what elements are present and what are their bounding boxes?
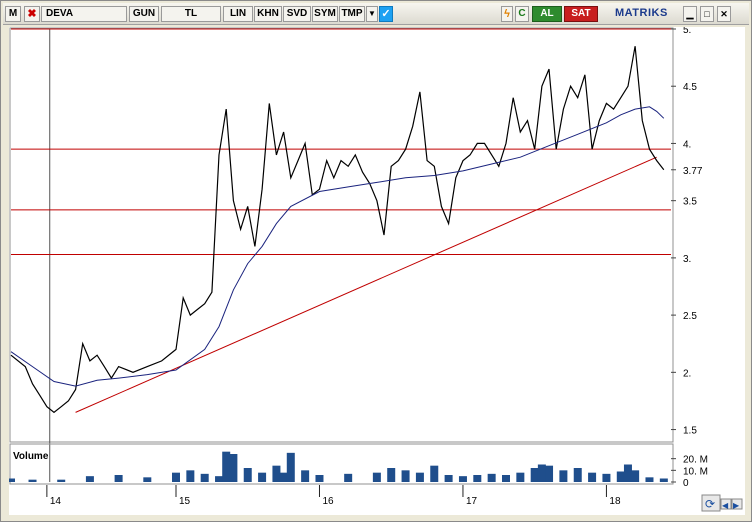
close-symbol-icon[interactable]: ✖ bbox=[24, 6, 40, 22]
volume-bar bbox=[344, 473, 353, 482]
volume-bar bbox=[537, 464, 546, 482]
volume-bar bbox=[229, 454, 238, 482]
y-tick-label: 3. bbox=[683, 254, 691, 265]
volume-bar bbox=[114, 475, 123, 482]
volume-bar bbox=[85, 476, 94, 482]
volume-bar bbox=[387, 468, 396, 482]
volume-bar bbox=[430, 465, 439, 482]
volume-bar bbox=[28, 479, 37, 482]
volume-tick-label: 20. M bbox=[683, 455, 708, 466]
volume-bar bbox=[9, 478, 15, 482]
volume-tick-label: 0 bbox=[683, 478, 689, 489]
volume-bar bbox=[588, 472, 597, 482]
volume-bar bbox=[502, 475, 510, 482]
y-tick-label: 1.5 bbox=[683, 426, 697, 437]
volume-bar bbox=[530, 468, 539, 482]
y-tick-label: 5. bbox=[683, 27, 691, 36]
volume-bar bbox=[487, 473, 496, 482]
volume-bar bbox=[645, 477, 654, 482]
volume-bar bbox=[415, 472, 424, 482]
app-icon[interactable]: M bbox=[5, 6, 21, 22]
period-button[interactable]: GUN bbox=[129, 6, 159, 22]
refresh-icon[interactable]: ⟳ bbox=[705, 497, 715, 511]
lightning-icon[interactable]: ϟ bbox=[501, 6, 513, 22]
y-tick-label: 3.77 bbox=[683, 166, 703, 177]
chart-window: M ✖ DEVA GUN TL LIN KHN SVD SYM TMP ▼ ✓ … bbox=[0, 0, 752, 522]
toolbar: M ✖ DEVA GUN TL LIN KHN SVD SYM TMP ▼ ✓ … bbox=[3, 3, 749, 25]
template-button[interactable]: TMP bbox=[339, 6, 365, 22]
volume-bar bbox=[372, 472, 381, 482]
svd-button[interactable]: SVD bbox=[283, 6, 311, 22]
volume-bar bbox=[602, 473, 611, 482]
x-tick-label: 14 bbox=[50, 496, 62, 507]
volume-bar bbox=[222, 451, 231, 482]
currency-button[interactable]: TL bbox=[161, 6, 221, 22]
volume-bar bbox=[143, 477, 152, 482]
khn-button[interactable]: KHN bbox=[254, 6, 282, 22]
x-tick-label: 18 bbox=[609, 496, 621, 507]
symbol-field[interactable]: DEVA bbox=[41, 6, 127, 22]
symbol-button[interactable]: SYM bbox=[312, 6, 338, 22]
volume-bar bbox=[545, 465, 554, 482]
chart: 1.5 2. 2.5 3. 3.5 3.77 4. 4.5 5. Volume 20. M10.… bbox=[9, 27, 745, 515]
refresh-button[interactable]: C bbox=[515, 6, 529, 22]
volume-bar bbox=[286, 452, 295, 482]
volume-bar bbox=[186, 470, 195, 482]
y-tick-label: 2. bbox=[683, 368, 691, 379]
x-tick-label: 15 bbox=[179, 496, 191, 507]
y-tick-label: 4. bbox=[683, 139, 691, 150]
volume-bar bbox=[200, 473, 209, 482]
volume-bar bbox=[215, 476, 224, 482]
volume-label: Volume bbox=[13, 451, 49, 462]
volume-bar bbox=[279, 472, 288, 482]
volume-bar bbox=[243, 468, 252, 482]
volume-tick-label: 10. M bbox=[683, 466, 708, 477]
minimize-icon[interactable]: ▁ bbox=[683, 6, 697, 22]
volume-bar bbox=[57, 479, 66, 482]
volume-bar bbox=[301, 470, 310, 482]
volume-bar bbox=[659, 478, 668, 482]
y-tick-label: 4.5 bbox=[683, 82, 697, 93]
twitter-icon[interactable]: ✓ bbox=[379, 6, 393, 22]
volume-bar bbox=[516, 472, 525, 482]
volume-bar bbox=[315, 475, 324, 482]
x-tick-label: 16 bbox=[322, 496, 334, 507]
volume-bar bbox=[573, 468, 582, 482]
volume-bar bbox=[172, 472, 180, 482]
volume-bar bbox=[623, 464, 632, 482]
volume-bar bbox=[559, 470, 568, 482]
sell-button[interactable]: SAT bbox=[564, 6, 598, 22]
brand-logo: MATRIKS bbox=[615, 7, 668, 19]
volume-bar bbox=[473, 475, 482, 482]
volume-bar bbox=[401, 470, 410, 482]
maximize-icon[interactable]: □ bbox=[700, 6, 714, 22]
buy-button[interactable]: AL bbox=[532, 6, 562, 22]
dropdown-arrow-icon[interactable]: ▼ bbox=[366, 6, 378, 22]
scroll-left-icon[interactable]: ◀ bbox=[722, 501, 729, 510]
volume-bar bbox=[458, 476, 467, 482]
x-tick-label: 17 bbox=[466, 496, 478, 507]
linear-scale-button[interactable]: LIN bbox=[223, 6, 253, 22]
close-icon[interactable]: ✕ bbox=[717, 6, 731, 22]
y-tick-label: 3.5 bbox=[683, 197, 697, 208]
volume-bar bbox=[444, 475, 453, 482]
volume-bar bbox=[258, 472, 267, 482]
scroll-right-icon[interactable]: ▶ bbox=[733, 501, 740, 510]
volume-bar bbox=[272, 465, 281, 482]
y-tick-label: 2.5 bbox=[683, 311, 697, 322]
volume-bar bbox=[616, 471, 625, 482]
volume-bar bbox=[631, 470, 640, 482]
